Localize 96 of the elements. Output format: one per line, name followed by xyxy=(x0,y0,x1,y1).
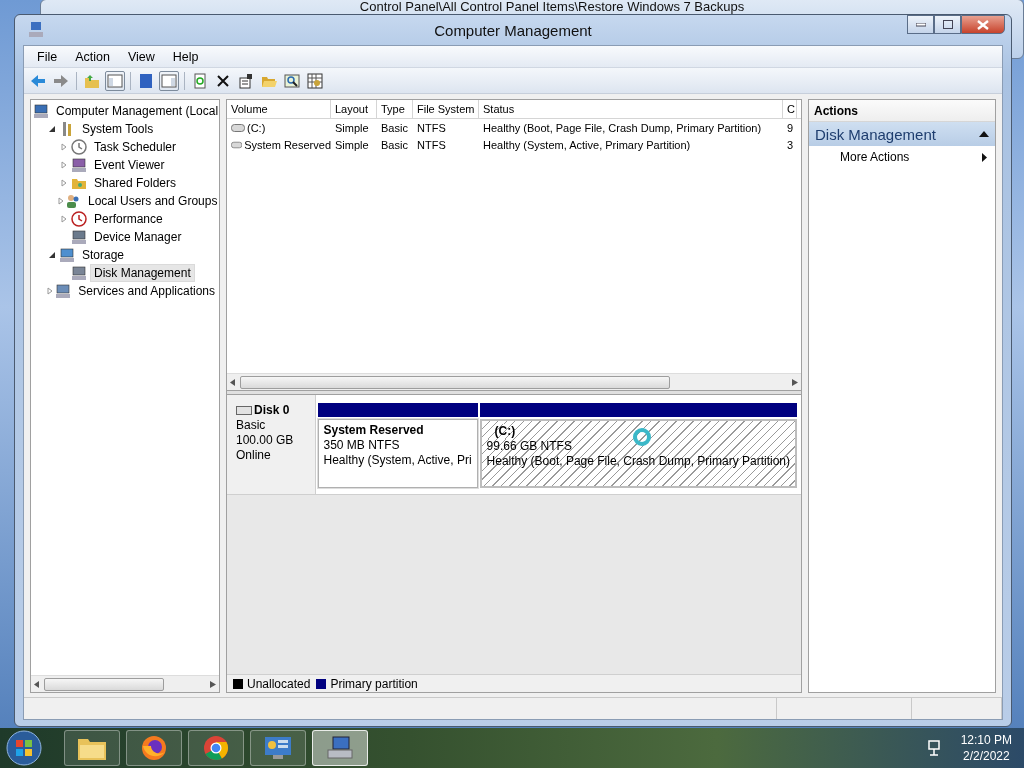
tree-item[interactable]: Task Scheduler xyxy=(90,138,181,156)
legend-label: Unallocated xyxy=(247,676,311,691)
table-cell: Basic xyxy=(381,121,408,134)
partition[interactable]: (C:) 99.66 GB NTFS Healthy (Boot, Page File, Crash Dump, Primary Partition) xyxy=(479,419,797,488)
close-button[interactable] xyxy=(961,15,1005,34)
minimize-icon xyxy=(915,22,926,27)
console-tree-icon[interactable] xyxy=(105,70,125,91)
expand-arrow-icon[interactable] xyxy=(60,179,68,187)
drive-icon xyxy=(231,123,245,132)
expand-arrow-icon[interactable] xyxy=(60,215,68,223)
start-button[interactable] xyxy=(6,730,42,766)
actions-section[interactable]: Disk Management xyxy=(809,122,995,146)
table-cell: Healthy (System, Active, Primary Partition) xyxy=(483,138,691,151)
tree-item[interactable]: Disk Management xyxy=(90,264,195,282)
tree-item[interactable]: System Tools xyxy=(78,120,158,138)
tree-item[interactable]: Local Users and Groups xyxy=(84,192,219,210)
maximize-icon xyxy=(942,20,953,29)
window-title: Computer Management xyxy=(434,21,592,39)
expand-arrow-icon[interactable] xyxy=(46,287,55,295)
chrome-icon[interactable] xyxy=(202,734,230,762)
collapse-arrow-icon[interactable] xyxy=(48,251,56,259)
actions-header: Actions xyxy=(809,100,995,122)
partition-size: 350 MB NTFS xyxy=(323,438,400,453)
drive-icon xyxy=(231,140,243,149)
grid-settings-icon[interactable] xyxy=(305,70,325,91)
table-cell: System Reserved xyxy=(244,138,331,151)
taskbar-button[interactable] xyxy=(188,730,244,766)
table-cell: 9 xyxy=(787,121,794,134)
tree-item[interactable]: Storage xyxy=(78,246,129,264)
expand-arrow-icon[interactable] xyxy=(60,143,68,151)
computer-management-icon[interactable] xyxy=(325,735,355,761)
disk-type: Basic xyxy=(236,418,267,433)
maximize-button[interactable] xyxy=(934,15,961,34)
tree-item[interactable]: Computer Management (Local xyxy=(52,102,219,120)
computer-management-icon xyxy=(27,21,45,39)
taskbar-button[interactable] xyxy=(126,730,182,766)
scroll-left-icon[interactable] xyxy=(34,680,40,688)
window-title: Control Panel\All Control Panel Items\Restore Windows 7 Backups xyxy=(358,0,745,14)
partition[interactable]: System Reserved 350 MB NTFS Healthy (System, Active, Pri xyxy=(317,419,478,488)
collapse-arrow-icon[interactable] xyxy=(48,125,56,133)
table-cell: Simple xyxy=(335,138,369,151)
taskbar-button[interactable] xyxy=(64,730,120,766)
action-pane-icon[interactable] xyxy=(159,70,179,91)
users-icon xyxy=(65,193,81,209)
table-cell: NTFS xyxy=(417,138,446,151)
scroll-right-icon[interactable] xyxy=(210,680,216,688)
menu-item[interactable]: View xyxy=(118,49,164,64)
taskbar-button[interactable] xyxy=(250,730,306,766)
busy-cursor-icon xyxy=(631,427,652,447)
partition-status: Healthy (Boot, Page File, Crash Dump, Primary Partition) xyxy=(486,454,790,469)
fox-globe-icon[interactable] xyxy=(140,734,168,762)
column-header[interactable]: Type xyxy=(377,100,413,118)
partition-name: (C:) xyxy=(486,424,516,439)
action-item[interactable]: More Actions xyxy=(809,146,995,168)
horizontal-scrollbar[interactable] xyxy=(227,373,801,390)
expand-arrow-icon[interactable] xyxy=(60,161,68,169)
tree-item[interactable]: Event Viewer xyxy=(90,156,169,174)
close-icon xyxy=(977,19,989,30)
disk-status: Online xyxy=(236,448,272,463)
tree-item[interactable]: Services and Applications xyxy=(74,282,219,300)
column-header[interactable]: Layout xyxy=(331,100,377,118)
tree-item[interactable]: Device Manager xyxy=(90,228,186,246)
column-header[interactable]: File System xyxy=(413,100,479,118)
expand-arrow-icon[interactable] xyxy=(57,197,65,205)
collapse-arrow-icon[interactable] xyxy=(979,131,989,137)
menu-item[interactable]: Help xyxy=(163,49,208,64)
column-header[interactable]: Status xyxy=(479,100,783,118)
control-panel-icon[interactable] xyxy=(263,735,293,761)
tree-item[interactable]: Shared Folders xyxy=(90,174,181,192)
partition-status: Healthy (System, Active, Pri xyxy=(323,453,472,468)
taskbar-button[interactable] xyxy=(312,730,368,766)
table-cell: Healthy (Boot, Page File, Crash Dump, Primary Partition) xyxy=(483,121,762,134)
section-title: Disk Management xyxy=(815,125,936,143)
submenu-arrow-icon xyxy=(982,152,987,162)
scroll-left-icon[interactable] xyxy=(230,378,236,386)
column-header[interactable]: Volume xyxy=(227,100,331,118)
scroll-right-icon[interactable] xyxy=(792,378,798,386)
clock[interactable]: 12:10 PM 2/2/2022 xyxy=(950,732,1024,764)
table-cell: NTFS xyxy=(417,121,446,134)
partition-size: 99.66 GB NTFS xyxy=(486,439,572,454)
minimize-button[interactable] xyxy=(907,15,934,34)
tree-item[interactable]: Performance xyxy=(90,210,167,228)
menu-item[interactable]: File xyxy=(28,49,67,64)
table-cell: Simple xyxy=(335,121,369,134)
computer-icon xyxy=(33,103,49,119)
disk-size: 100.00 GB xyxy=(236,433,295,448)
disk-name: Disk 0 xyxy=(254,403,290,418)
legend-label: Primary partition xyxy=(330,676,418,691)
clock-icon xyxy=(71,139,87,155)
horizontal-scrollbar[interactable] xyxy=(31,675,219,692)
partition-name: System Reserved xyxy=(323,423,424,438)
table-cell: Basic xyxy=(381,138,408,151)
table-cell: 3 xyxy=(787,138,794,151)
menu-item[interactable]: Action xyxy=(66,49,119,64)
table-cell: (C:) xyxy=(247,121,266,134)
column-header[interactable]: C xyxy=(783,100,797,118)
